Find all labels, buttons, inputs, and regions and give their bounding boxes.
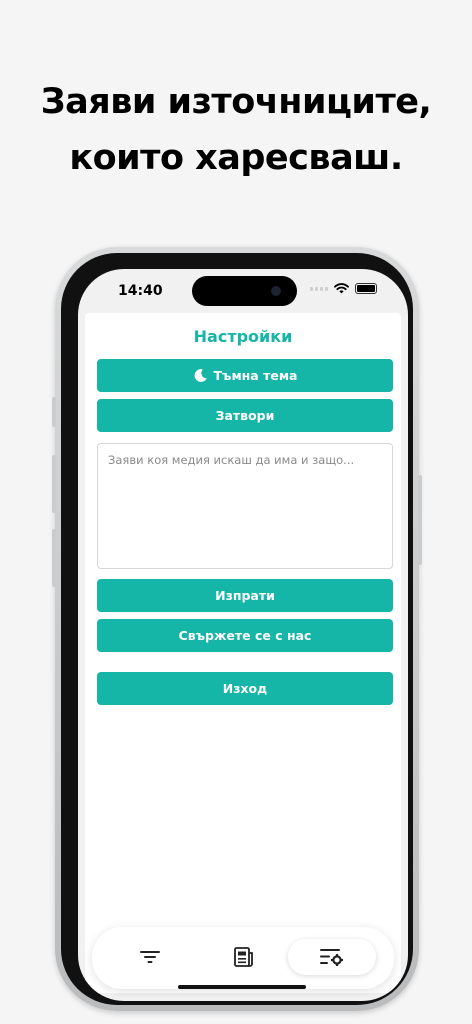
phone-screen: 14:40 Настройки Тъмна тема Затвори Заяви…: [78, 269, 408, 1001]
promo-line-2: които харесваш.: [69, 138, 403, 178]
dark-theme-button[interactable]: Тъмна тема: [97, 359, 393, 392]
settings-list-icon: [320, 949, 343, 966]
camera-icon: [271, 286, 281, 296]
media-request-placeholder: Заяви коя медия искаш да има и защо...: [108, 453, 355, 467]
status-time: 14:40: [118, 283, 163, 299]
filter-icon: [140, 951, 160, 963]
status-icons: [310, 283, 377, 294]
send-label: Изпрати: [215, 588, 275, 603]
volume-up-button: [52, 455, 56, 513]
moon-icon: [194, 369, 207, 382]
logout-label: Изход: [222, 681, 268, 696]
dark-theme-label: Тъмна тема: [213, 368, 298, 383]
dynamic-island: [192, 276, 297, 306]
bottom-nav: [92, 927, 394, 989]
media-request-textarea[interactable]: Заяви коя медия искаш да има и защо...: [97, 443, 393, 569]
tab-news[interactable]: [215, 939, 271, 975]
send-button[interactable]: Изпрати: [97, 579, 393, 612]
power-button: [418, 475, 422, 565]
settings-panel: Настройки Тъмна тема Затвори Заяви коя м…: [85, 313, 401, 993]
contact-label: Свържете се с нас: [178, 628, 312, 643]
logout-button[interactable]: Изход: [97, 672, 393, 705]
tab-settings[interactable]: [288, 939, 376, 975]
phone-bezel: 14:40 Настройки Тъмна тема Затвори Заяви…: [61, 253, 413, 1005]
promo-headline: Заяви източниците, които харесваш.: [0, 74, 472, 186]
volume-down-button: [52, 529, 56, 587]
wifi-icon: [334, 283, 349, 294]
phone-frame: 14:40 Настройки Тъмна тема Затвори Заяви…: [52, 247, 422, 1011]
promo-line-1: Заяви източниците,: [40, 82, 432, 122]
battery-icon: [355, 283, 377, 294]
tab-filter[interactable]: [122, 939, 178, 975]
newspaper-icon: [234, 947, 253, 967]
settings-title: Настройки: [193, 327, 293, 346]
close-label: Затвори: [215, 408, 275, 423]
mute-switch: [52, 397, 56, 427]
home-indicator[interactable]: [178, 985, 306, 989]
close-button[interactable]: Затвори: [97, 399, 393, 432]
contact-us-button[interactable]: Свържете се с нас: [97, 619, 393, 652]
signal-icon: [310, 286, 328, 291]
